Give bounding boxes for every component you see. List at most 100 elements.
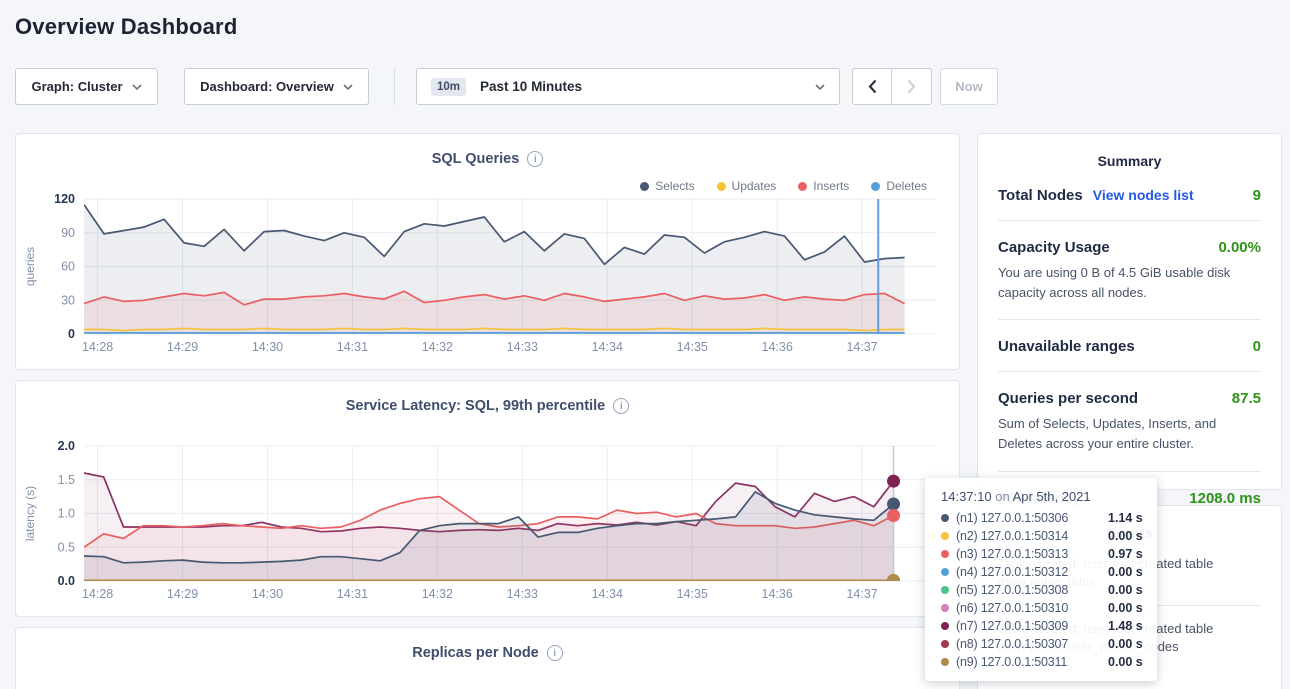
view-nodes-list-link[interactable]: View nodes list (1093, 187, 1194, 203)
page-title: Overview Dashboard (15, 14, 237, 40)
svg-text:1.5: 1.5 (58, 473, 75, 487)
service-latency-chart-card: Service Latency: SQL, 99th percentile 0.… (15, 380, 960, 617)
divider (998, 220, 1261, 221)
tooltip-date: Apr 5th, 2021 (1013, 489, 1091, 504)
capacity-usage-desc: You are using 0 B of 4.5 GiB usable disk… (998, 263, 1261, 303)
replicas-chart-card: Replicas per Node (15, 627, 960, 689)
qps-desc: Sum of Selects, Updates, Inserts, and De… (998, 414, 1261, 454)
service-latency-chart[interactable]: 0.0 0.5 1.0 1.5 2.0 14:28 14:29 14:30 14:31 14:32… (16, 438, 936, 607)
svg-text:14:32: 14:32 (422, 340, 453, 354)
graph-dropdown[interactable]: Graph: Cluster (15, 68, 158, 105)
qps-label: Queries per second (998, 390, 1138, 407)
tooltip-node-row: (n5) 127.0.0.1:503080.00 s (941, 581, 1143, 599)
svg-text:14:35: 14:35 (677, 587, 708, 601)
p99-latency-value: 1208.0 ms (1189, 490, 1261, 507)
qps-value: 87.5 (1232, 390, 1261, 407)
svg-text:14:34: 14:34 (592, 587, 623, 601)
tooltip-node-row: (n4) 127.0.0.1:503120.00 s (941, 563, 1143, 581)
node-color-dot-icon (941, 550, 949, 558)
info-icon[interactable] (527, 151, 543, 167)
svg-text:14:33: 14:33 (507, 587, 538, 601)
node-color-dot-icon (941, 514, 949, 522)
svg-text:14:32: 14:32 (422, 587, 453, 601)
tooltip-node-row: (n2) 127.0.0.1:503140.00 s (941, 527, 1143, 545)
svg-text:queries: queries (23, 247, 37, 286)
tooltip-rows: (n1) 127.0.0.1:503061.14 s(n2) 127.0.0.1… (941, 509, 1143, 671)
svg-text:1.0: 1.0 (58, 507, 75, 521)
overview-dashboard-page: Overview Dashboard Graph: Cluster Dashbo… (0, 0, 1290, 689)
graph-dropdown-label: Graph: Cluster (31, 79, 122, 94)
divider (998, 319, 1261, 320)
summary-title: Summary (998, 153, 1261, 169)
total-nodes-label: Total Nodes (998, 187, 1083, 204)
tooltip-timestamp: 14:37:10 on Apr 5th, 2021 (941, 489, 1143, 504)
divider (998, 371, 1261, 372)
node-color-dot-icon (941, 586, 949, 594)
node-color-dot-icon (941, 568, 949, 576)
chevron-down-icon (815, 84, 825, 90)
node-color-dot-icon (941, 622, 949, 630)
svg-text:30: 30 (61, 293, 75, 307)
tooltip-node-row: (n8) 127.0.0.1:503070.00 s (941, 635, 1143, 653)
total-nodes-value: 9 (1253, 187, 1261, 204)
svg-text:14:35: 14:35 (677, 340, 708, 354)
unavailable-ranges-value: 0 (1253, 338, 1261, 355)
chevron-down-icon (343, 84, 353, 90)
divider (998, 471, 1261, 472)
legend-dot-icon (798, 182, 807, 191)
sql-queries-chart-title: SQL Queries (432, 151, 520, 167)
tooltip-node-row: (n1) 127.0.0.1:503061.14 s (941, 509, 1143, 527)
now-button[interactable]: Now (940, 68, 998, 105)
svg-text:60: 60 (61, 260, 75, 274)
time-range-label: Past 10 Minutes (480, 79, 815, 94)
svg-text:0.5: 0.5 (58, 540, 75, 554)
chart-hover-tooltip: 14:37:10 on Apr 5th, 2021 (n1) 127.0.0.1… (925, 478, 1157, 681)
tooltip-time: 14:37:10 (941, 489, 992, 504)
svg-text:14:28: 14:28 (82, 340, 113, 354)
capacity-usage-value: 0.00% (1218, 239, 1261, 256)
dashboard-dropdown[interactable]: Dashboard: Overview (184, 68, 369, 105)
svg-text:120: 120 (54, 192, 75, 206)
tooltip-node-row: (n9) 127.0.0.1:503110.00 s (941, 653, 1143, 671)
svg-text:14:33: 14:33 (507, 340, 538, 354)
info-icon[interactable] (547, 645, 563, 661)
svg-text:14:36: 14:36 (762, 587, 793, 601)
svg-text:14:28: 14:28 (82, 587, 113, 601)
svg-text:14:37: 14:37 (846, 587, 877, 601)
tooltip-node-row: (n7) 127.0.0.1:503091.48 s (941, 617, 1143, 635)
capacity-usage-label: Capacity Usage (998, 239, 1110, 256)
tooltip-node-row: (n3) 127.0.0.1:503130.97 s (941, 545, 1143, 563)
svg-text:90: 90 (61, 226, 75, 240)
summary-panel: Summary Total Nodes View nodes list 9 Ca… (977, 133, 1282, 490)
node-color-dot-icon (941, 658, 949, 666)
time-next-button[interactable] (892, 68, 932, 105)
unavailable-ranges-label: Unavailable ranges (998, 338, 1135, 355)
svg-text:14:29: 14:29 (167, 587, 198, 601)
replicas-chart-title: Replicas per Node (412, 645, 539, 661)
svg-text:latency (s): latency (s) (23, 486, 37, 541)
legend-dot-icon (717, 182, 726, 191)
svg-text:2.0: 2.0 (58, 439, 75, 453)
svg-text:14:34: 14:34 (592, 340, 623, 354)
time-prev-button[interactable] (852, 68, 892, 105)
info-icon[interactable] (613, 398, 629, 414)
sql-queries-chart[interactable]: 0 30 60 90 120 14:28 14:29 14:30 14:31 14:32 14:33… (16, 191, 936, 360)
chevron-left-icon (868, 79, 877, 94)
svg-text:14:30: 14:30 (252, 587, 283, 601)
svg-text:0.0: 0.0 (58, 574, 75, 588)
svg-text:0: 0 (68, 327, 75, 341)
time-range-badge: 10m (431, 78, 466, 96)
svg-text:14:29: 14:29 (167, 340, 198, 354)
svg-text:14:31: 14:31 (337, 340, 368, 354)
service-latency-chart-title: Service Latency: SQL, 99th percentile (346, 398, 606, 414)
dashboard-dropdown-label: Dashboard: Overview (200, 79, 334, 94)
svg-text:14:30: 14:30 (252, 340, 283, 354)
node-color-dot-icon (941, 640, 949, 648)
toolbar-separator (394, 68, 395, 105)
chevron-right-icon (907, 79, 916, 94)
sql-queries-chart-card: SQL Queries SelectsUpdatesInsertsDeletes… (15, 133, 960, 370)
svg-text:14:36: 14:36 (762, 340, 793, 354)
time-range-dropdown[interactable]: 10m Past 10 Minutes (416, 68, 840, 105)
tooltip-node-row: (n6) 127.0.0.1:503100.00 s (941, 599, 1143, 617)
svg-text:14:31: 14:31 (337, 587, 368, 601)
